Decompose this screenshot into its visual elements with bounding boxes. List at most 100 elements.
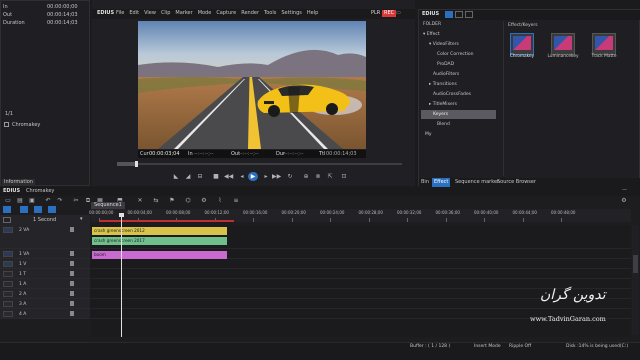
track-patch-icon[interactable] — [3, 261, 13, 267]
fast-forward-icon[interactable]: ▶▶ — [272, 173, 281, 180]
mode-toggle-4-icon[interactable] — [48, 206, 56, 213]
track-header[interactable]: 2 VA — [0, 225, 90, 249]
playhead-handle[interactable] — [119, 213, 124, 217]
menu-mode[interactable]: Mode — [198, 11, 212, 16]
timescale-value[interactable]: 1 Second — [33, 218, 56, 223]
set-out-icon[interactable]: ◢ — [184, 173, 192, 180]
clear-icon[interactable]: ⊟ — [196, 173, 204, 180]
plr-mode-button[interactable]: PLR — [371, 11, 380, 16]
insert-mode-status[interactable]: Insert Mode — [474, 344, 501, 349]
menu-edit[interactable]: Edit — [129, 11, 139, 16]
track-header[interactable]: 2 A — [0, 289, 90, 299]
tree-item-audiocrossfades[interactable]: AudioCrossFades — [421, 90, 496, 99]
tree-item-blend[interactable]: Blend — [421, 120, 496, 129]
tab-source-browser[interactable]: Source Browser — [497, 180, 536, 185]
menu-settings[interactable]: Settings — [281, 11, 302, 16]
info-effect-name[interactable]: Chromakey — [12, 123, 40, 128]
track-matte-thumbnail[interactable] — [592, 33, 616, 55]
track-patch-icon[interactable] — [3, 301, 13, 307]
information-tab[interactable]: Information — [2, 179, 35, 186]
save-icon[interactable]: ▣ — [28, 197, 36, 204]
redo-icon[interactable]: ↷ — [56, 197, 64, 204]
track-header[interactable]: 1 VA — [0, 249, 90, 259]
tree-item-keyers[interactable]: Keyers — [421, 110, 496, 119]
position-slider[interactable] — [92, 161, 415, 167]
track-lock-icon[interactable] — [70, 281, 74, 286]
stop-icon[interactable]: ■ — [212, 173, 220, 180]
split-icon[interactable]: ⇆ — [152, 197, 160, 204]
track-matte-label[interactable]: Track Matte — [587, 54, 621, 59]
list-view-icon[interactable] — [455, 11, 463, 18]
playhead[interactable] — [119, 213, 124, 337]
tree-item-transitions[interactable]: ▸ Transitions — [421, 80, 496, 89]
track-header[interactable]: 3 A — [0, 299, 90, 309]
loop-icon[interactable]: ↻ — [286, 173, 294, 180]
rec-mode-button[interactable]: REC — [382, 10, 397, 17]
track-header[interactable]: 4 A — [0, 309, 90, 319]
timeline-clip[interactable]: boom — [92, 251, 227, 259]
open-icon[interactable]: ▤ — [16, 197, 24, 204]
tab-bin[interactable]: Bin — [421, 180, 429, 185]
set-in-icon[interactable]: ◣ — [172, 173, 180, 180]
sequence-tab[interactable]: Sequence1 — [91, 202, 125, 209]
menu-file[interactable]: File — [116, 11, 124, 16]
delete-icon[interactable]: ✕ — [136, 197, 144, 204]
rewind-icon[interactable]: ◀◀ — [224, 173, 233, 180]
track-lane[interactable] — [91, 269, 631, 279]
track-patch-icon[interactable] — [3, 251, 13, 257]
track-patch-icon[interactable] — [3, 291, 13, 297]
luminancekey-thumbnail[interactable] — [551, 33, 575, 55]
tree-item-effect[interactable]: ▾ Effect — [421, 30, 496, 39]
track-lock-icon[interactable] — [70, 261, 74, 266]
chromakey-label[interactable]: Chromakey — [505, 54, 539, 59]
track-lock-icon[interactable] — [70, 291, 74, 296]
tab-sequence-marker[interactable]: Sequence marker — [455, 180, 499, 185]
step-forward-icon[interactable]: ▸ — [262, 173, 270, 180]
menu-clip[interactable]: Clip — [161, 11, 170, 16]
track-patch-icon[interactable] — [3, 227, 13, 233]
tree-item-prodad[interactable]: ProDAD — [421, 60, 496, 69]
menu-render[interactable]: Render — [241, 11, 259, 16]
time-ruler[interactable]: 00:00:00;00 00:00:04;00 00:00:08;00 00:00:1… — [89, 209, 631, 222]
settings-icon[interactable]: ⚙ — [620, 197, 628, 204]
overwrite-icon[interactable]: ⊗ — [314, 173, 322, 180]
track-header[interactable]: 1 A — [0, 279, 90, 289]
luminancekey-label[interactable]: Luminancekey — [546, 54, 580, 59]
timeline-clip[interactable]: crash greenscreen 2012 — [92, 227, 227, 235]
new-sequence-icon[interactable]: ▭ — [4, 197, 12, 204]
mode-toggle-2-icon[interactable] — [20, 206, 28, 213]
window-controls[interactable]: ▭ — [396, 11, 401, 16]
track-patch-icon[interactable] — [3, 311, 13, 317]
menu-help[interactable]: Help — [307, 11, 318, 16]
mode-toggle-1-icon[interactable] — [3, 206, 11, 213]
timeline-clip[interactable]: crash greenscreen 2017 — [92, 237, 227, 245]
tool-icon[interactable]: ⚙ — [200, 197, 208, 204]
tree-item-titlemixers[interactable]: ▸ TitleMixers — [421, 100, 496, 109]
export-icon[interactable]: ⇱ — [326, 173, 334, 180]
track-header[interactable]: 1 V — [0, 259, 90, 269]
tree-item-color-correction[interactable]: Color Correction — [421, 50, 496, 59]
search-icon[interactable] — [465, 11, 473, 18]
track-header[interactable]: 1 T — [0, 269, 90, 279]
undo-icon[interactable]: ↶ — [44, 197, 52, 204]
ripple-status[interactable]: Ripple Off — [509, 344, 531, 349]
tree-item-audiofilters[interactable]: AudioFilters — [421, 70, 496, 79]
menu-capture[interactable]: Capture — [216, 11, 236, 16]
play-icon[interactable]: ▶ — [248, 172, 258, 181]
menu-tools[interactable]: Tools — [264, 11, 276, 16]
track-patch-icon[interactable] — [3, 281, 13, 287]
step-back-icon[interactable]: ◂ — [238, 173, 246, 180]
tree-item-videofilters[interactable]: ▾ VideoFilters — [421, 40, 496, 49]
track-lock-icon[interactable] — [70, 251, 74, 256]
tab-effect[interactable]: Effect — [432, 178, 451, 187]
chromakey-thumbnail[interactable] — [510, 33, 534, 55]
tree-item-my[interactable]: My — [421, 130, 496, 139]
track-lock-icon[interactable] — [70, 227, 74, 232]
track-lock-icon[interactable] — [70, 301, 74, 306]
fullscreen-icon[interactable]: ⊡ — [340, 173, 348, 180]
track-patch-icon[interactable] — [3, 271, 13, 277]
menu-marker[interactable]: Marker — [175, 11, 192, 16]
rubber-band-icon[interactable]: ⌇ — [216, 197, 224, 204]
scale-toggle-icon[interactable] — [3, 217, 11, 223]
track-lane[interactable] — [91, 259, 631, 269]
